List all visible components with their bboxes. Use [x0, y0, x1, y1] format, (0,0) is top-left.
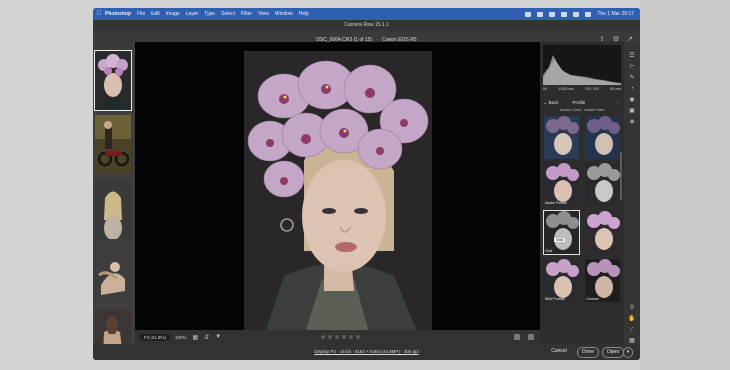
- snapshots-icon[interactable]: ▣: [628, 107, 636, 115]
- panel-scrollbar[interactable]: [620, 152, 622, 200]
- open-button[interactable]: Open: [602, 347, 624, 358]
- more-options-icon[interactable]: ···: [615, 100, 620, 105]
- heal-brush-icon[interactable]: ✎: [628, 74, 636, 82]
- profile-thumbnail[interactable]: [585, 163, 620, 206]
- preview-photo[interactable]: [244, 51, 432, 336]
- desktop-background: [640, 0, 730, 370]
- profile-tooltip: Vivid: [554, 238, 566, 242]
- profile-thumbnail[interactable]: B&W Portrait: [544, 259, 579, 302]
- iso-value: ISO 100: [585, 87, 599, 91]
- color-sampler-icon[interactable]: ∕: [628, 326, 636, 334]
- filmstrip-thumb-motorcycle[interactable]: [95, 115, 131, 174]
- menu-select[interactable]: Select: [221, 11, 235, 17]
- search-icon[interactable]: [585, 11, 592, 17]
- masking-icon[interactable]: ◔: [628, 85, 636, 93]
- menu-help[interactable]: Help: [299, 11, 309, 17]
- profile-thumbnail[interactable]: [585, 211, 620, 254]
- menu-type[interactable]: Type: [204, 11, 215, 17]
- profile-thumbnail-label: Adobe Portrait: [545, 201, 567, 205]
- camera-settings-readout: f/8 1/200 sec ISO 100 85 mm: [543, 87, 621, 91]
- status-icon[interactable]: [549, 11, 556, 17]
- grid-view-icon[interactable]: ▦: [193, 334, 199, 341]
- back-arrow-icon[interactable]: ←: [543, 100, 548, 105]
- window-title: Camera Raw 15.1.1: [344, 22, 389, 28]
- profile-thumbnail[interactable]: Vivid: [543, 210, 580, 255]
- canvas-bottom-bar: Fit (21.8%) 100% ▦ ⇵ ▼: [135, 330, 540, 344]
- profile-thumbnail[interactable]: [585, 116, 620, 159]
- cancel-button[interactable]: Cancel: [548, 347, 570, 356]
- filter-icon[interactable]: ▼: [215, 334, 221, 340]
- zoom-icon[interactable]: ⚲: [628, 304, 636, 312]
- rating-dot[interactable]: [335, 335, 340, 339]
- filmstrip-thumb-portrait-blonde[interactable]: [95, 180, 131, 239]
- profile-thumbnail-label: Vivid: [545, 249, 553, 253]
- wifi-icon[interactable]: [573, 11, 580, 17]
- focal-length-value: 85 mm: [610, 87, 621, 91]
- sort-icon[interactable]: ⇵: [204, 334, 209, 341]
- profile-group-label: Adobe Color · Adobe Raw: [560, 108, 604, 112]
- rating-dot[interactable]: [328, 335, 333, 339]
- menu-window[interactable]: Window: [275, 11, 293, 17]
- done-button[interactable]: Done: [577, 347, 599, 358]
- rating-dot[interactable]: [356, 335, 361, 339]
- menu-file[interactable]: File: [137, 11, 145, 17]
- menu-app[interactable]: Photoshop: [105, 11, 131, 17]
- histogram: [543, 45, 621, 85]
- rating-dot[interactable]: [321, 335, 326, 339]
- menu-bar-status-area: Thu 1 Mar 20:17: [525, 11, 640, 17]
- status-icon[interactable]: [525, 11, 532, 17]
- crop-icon[interactable]: ⊢: [628, 63, 636, 71]
- status-bar: Display P3 · 16 bit · 8192 × 5464 (44.8M…: [93, 344, 640, 360]
- zoom-100-button[interactable]: 100%: [175, 335, 187, 340]
- zoom-fit-dropdown[interactable]: Fit (21.8%): [140, 333, 171, 341]
- rating-dot[interactable]: [349, 335, 354, 339]
- camera-raw-window:  Photoshop File Edit Image Layer Type S…: [93, 8, 640, 360]
- profile-thumbnail[interactable]: [544, 116, 579, 159]
- red-eye-icon[interactable]: ◉: [628, 96, 636, 104]
- filmstrip: [93, 50, 135, 360]
- menu-bar-clock[interactable]: Thu 1 Mar 20:17: [597, 11, 634, 17]
- compare-views-icon[interactable]: [528, 334, 534, 340]
- filmstrip-thumb-pose[interactable]: [95, 245, 131, 304]
- menu-view[interactable]: View: [258, 11, 269, 17]
- menu-layer[interactable]: Layer: [186, 11, 199, 17]
- profile-thumbnail-label: Contrast: [586, 297, 599, 301]
- menu-filter[interactable]: Filter: [241, 11, 252, 17]
- window-title-bar: Camera Raw 15.1.1: [93, 20, 640, 30]
- profile-thumbnail-label: B&W Portrait: [545, 297, 565, 301]
- tool-strip: ☰ ⊢ ✎ ◔ ◉ ▣ ◈ ⚲ ✋ ∕ ▦: [624, 42, 640, 344]
- macos-menu-bar:  Photoshop File Edit Image Layer Type S…: [93, 8, 640, 20]
- view-toggles: [514, 334, 534, 340]
- open-options-chevron-icon[interactable]: ▾: [623, 347, 633, 358]
- edit-panel: f/8 1/200 sec ISO 100 85 mm ← Back Profi…: [540, 42, 624, 344]
- shutter-value: 1/200 sec: [558, 87, 574, 91]
- status-icon[interactable]: [537, 11, 544, 17]
- status-icon[interactable]: [561, 11, 568, 17]
- image-canvas[interactable]: [135, 42, 540, 336]
- menu-edit[interactable]: Edit: [151, 11, 160, 17]
- menu-image[interactable]: Image: [166, 11, 180, 17]
- aperture-value: f/8: [543, 87, 547, 91]
- back-button[interactable]: Back: [549, 100, 559, 105]
- profile-title: Profile: [572, 99, 586, 105]
- profile-thumbnail[interactable]: Contrast: [585, 259, 620, 302]
- presets-icon[interactable]: ◈: [628, 118, 636, 126]
- filmstrip-thumb-selected[interactable]: [94, 50, 132, 111]
- edit-icon[interactable]: ☰: [628, 52, 636, 60]
- before-after-icon[interactable]: [514, 334, 520, 340]
- rating-dot[interactable]: [342, 335, 347, 339]
- rating-stars: [321, 335, 361, 339]
- profile-browser-header: ← Back Profile ···: [543, 97, 621, 107]
- profile-thumbnail[interactable]: Adobe Portrait: [544, 163, 579, 206]
- apple-menu-icon[interactable]: : [93, 11, 105, 17]
- hand-icon[interactable]: ✋: [628, 315, 636, 323]
